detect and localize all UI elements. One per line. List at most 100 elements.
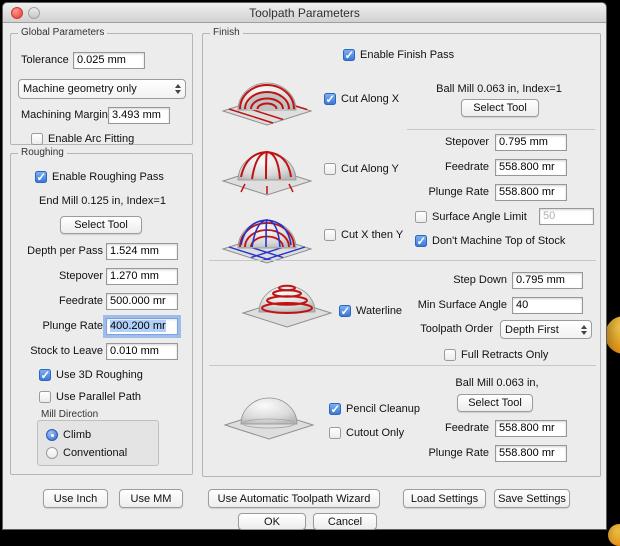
climb-radio[interactable]: Climb — [46, 428, 91, 442]
checkbox-icon — [324, 163, 336, 175]
roughing-stepover-field[interactable]: 1.270 mm — [106, 268, 178, 285]
roughing-stepover-label: Stepover — [58, 270, 103, 282]
cleanup-tool-description: Ball Mill 0.063 in, — [455, 377, 539, 389]
minimize-button[interactable] — [28, 7, 40, 19]
roughing-feedrate-label: Feedrate — [58, 295, 103, 307]
roughing-plunge-rate-field[interactable]: 400.200 mr — [106, 318, 178, 335]
conventional-radio[interactable]: Conventional — [46, 446, 127, 460]
toolpath-order-select[interactable]: Depth First — [500, 320, 592, 339]
finish-plunge-rate-field[interactable]: 558.800 mr — [495, 184, 567, 201]
cut-along-y-checkbox[interactable]: Cut Along Y — [324, 162, 399, 176]
radio-icon — [46, 447, 58, 459]
use-parallel-path-checkbox[interactable]: Use Parallel Path — [39, 390, 141, 404]
close-button[interactable] — [11, 7, 23, 19]
checkbox-label: Use 3D Roughing — [56, 369, 143, 381]
desktop-icon-partial-2 — [608, 524, 620, 546]
preview-cut-along-y — [219, 134, 315, 203]
checkbox-label: Enable Finish Pass — [360, 49, 455, 61]
toolpath-order-label: Toolpath Order — [420, 323, 493, 335]
enable-finish-pass-checkbox[interactable]: Enable Finish Pass — [343, 48, 454, 62]
radio-label: Climb — [63, 429, 92, 441]
window-titlebar: Toolpath Parameters — [3, 3, 606, 23]
checkbox-icon — [35, 170, 47, 184]
checkbox-icon — [39, 368, 51, 382]
step-down-field[interactable]: 0.795 mm — [512, 272, 583, 289]
checkbox-icon — [415, 234, 427, 248]
enable-roughing-pass-checkbox[interactable]: Enable Roughing Pass — [35, 170, 164, 184]
roughing-plunge-rate-label: Plunge Rate — [42, 320, 103, 332]
use-inch-button[interactable]: Use Inch — [43, 489, 108, 508]
checkbox-label: Cut Along Y — [341, 163, 399, 175]
tolerance-field[interactable]: 0.025 mm — [73, 52, 145, 69]
checkbox-icon — [31, 133, 43, 145]
desktop-icon-partial — [605, 316, 620, 354]
finish-tool-description: Ball Mill 0.063 in, Index=1 — [436, 83, 562, 95]
tolerance-label: Tolerance — [21, 54, 69, 66]
cleanup-feedrate-label: Feedrate — [444, 422, 489, 434]
step-down-label: Step Down — [453, 274, 507, 286]
global-parameters-group: Global Parameters Tolerance 0.025 mm Mac… — [10, 27, 193, 146]
machining-margin-field[interactable]: 3.493 mm — [108, 107, 170, 124]
checkbox-icon — [415, 211, 427, 223]
machining-margin-label: Machining Margin — [21, 109, 108, 121]
enable-arc-fitting-checkbox[interactable]: Enable Arc Fitting — [31, 132, 134, 146]
toolpath-parameters-window: Toolpath Parameters Global Parameters To… — [2, 2, 607, 530]
popup-arrows-icon — [581, 324, 587, 335]
roughing-select-tool-button[interactable]: Select Tool — [60, 216, 142, 234]
cancel-button[interactable]: Cancel — [313, 513, 377, 530]
load-settings-button[interactable]: Load Settings — [403, 489, 486, 508]
checkbox-label: Don't Machine Top of Stock — [432, 235, 566, 247]
use-3d-roughing-checkbox[interactable]: Use 3D Roughing — [39, 368, 143, 382]
save-settings-button[interactable]: Save Settings — [494, 489, 570, 508]
checkbox-icon — [324, 229, 336, 241]
use-mm-button[interactable]: Use MM — [119, 489, 183, 508]
finish-stepover-label: Stepover — [444, 136, 489, 148]
geometry-select-value: Machine geometry only — [23, 83, 137, 95]
surface-angle-limit-checkbox[interactable]: Surface Angle Limit — [415, 210, 527, 224]
checkbox-label: Enable Arc Fitting — [48, 133, 135, 145]
automatic-toolpath-wizard-button[interactable]: Use Automatic Toolpath Wizard — [208, 489, 380, 508]
finish-feedrate-field[interactable]: 558.800 mr — [495, 159, 567, 176]
geometry-select[interactable]: Machine geometry only — [18, 79, 186, 99]
pencil-cleanup-checkbox[interactable]: Pencil Cleanup — [329, 402, 420, 416]
cut-along-x-checkbox[interactable]: Cut Along X — [324, 92, 399, 106]
checkbox-icon — [339, 304, 351, 318]
toolpath-order-value: Depth First — [505, 323, 559, 336]
divider — [209, 365, 596, 366]
roughing-group: Roughing Enable Roughing Pass End Mill 0… — [10, 147, 193, 475]
roughing-feedrate-field[interactable]: 500.000 mr — [106, 293, 178, 310]
cleanup-plunge-rate-field[interactable]: 558.800 mr — [495, 445, 567, 462]
radio-icon — [46, 429, 58, 441]
depth-per-pass-field[interactable]: 1.524 mm — [106, 243, 178, 260]
cleanup-feedrate-field[interactable]: 558.800 mr — [495, 420, 567, 437]
full-retracts-only-checkbox[interactable]: Full Retracts Only — [444, 348, 548, 362]
preview-waterline — [239, 266, 335, 335]
roughing-tool-description: End Mill 0.125 in, Index=1 — [39, 195, 166, 207]
roughing-legend: Roughing — [18, 147, 67, 158]
dont-machine-top-checkbox[interactable]: Don't Machine Top of Stock — [415, 234, 565, 248]
finish-stepover-field[interactable]: 0.795 mm — [495, 134, 567, 151]
divider — [209, 260, 596, 261]
checkbox-icon — [444, 349, 456, 361]
checkbox-icon — [329, 402, 341, 416]
min-surface-angle-field[interactable]: 40 — [512, 297, 583, 314]
finish-group: Finish Enable Finish Pass — [202, 27, 601, 477]
finish-select-tool-button[interactable]: Select Tool — [461, 99, 539, 117]
min-surface-angle-label: Min Surface Angle — [417, 299, 507, 311]
checkbox-icon — [329, 427, 341, 439]
ok-button[interactable]: OK — [238, 513, 306, 530]
finish-legend: Finish — [210, 27, 243, 38]
stock-to-leave-field[interactable]: 0.010 mm — [106, 343, 178, 360]
radio-label: Conventional — [63, 447, 128, 459]
checkbox-icon — [324, 92, 336, 106]
surface-angle-limit-field[interactable]: 50 — [539, 208, 594, 225]
divider — [407, 129, 595, 130]
checkbox-label: Full Retracts Only — [461, 349, 549, 361]
cleanup-plunge-rate-label: Plunge Rate — [428, 447, 489, 459]
popup-arrows-icon — [175, 84, 181, 94]
depth-per-pass-label: Depth per Pass — [27, 245, 103, 257]
cleanup-select-tool-button[interactable]: Select Tool — [457, 394, 533, 412]
cut-x-then-y-checkbox[interactable]: Cut X then Y — [324, 228, 403, 242]
checkbox-label: Pencil Cleanup — [346, 403, 420, 415]
window-title: Toolpath Parameters — [249, 6, 360, 20]
